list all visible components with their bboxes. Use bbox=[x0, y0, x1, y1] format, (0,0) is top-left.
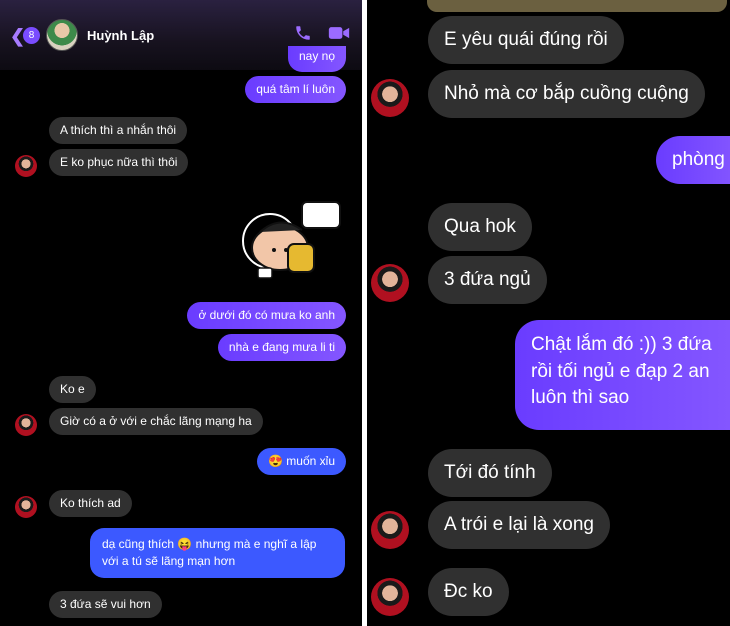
message-bubble-outgoing[interactable]: quá tâm lí luôn bbox=[245, 76, 346, 103]
message-bubble-incoming[interactable]: Ko e bbox=[49, 376, 96, 403]
sender-avatar[interactable] bbox=[371, 578, 409, 616]
avatar[interactable] bbox=[46, 19, 78, 51]
sender-avatar[interactable] bbox=[15, 496, 37, 518]
contact-name[interactable]: Huỳnh Lập bbox=[87, 28, 154, 43]
message-bubble-outgoing[interactable]: dạ cũng thích 😝 nhưng mà e nghĩ a lập vớ… bbox=[90, 528, 345, 578]
sender-avatar[interactable] bbox=[15, 414, 37, 436]
image-edge bbox=[427, 0, 727, 12]
message-bubble-incoming[interactable]: Giờ có a ở với e chắc lãng mạng ha bbox=[49, 408, 263, 435]
message-bubble-outgoing[interactable]: phòng bbox=[656, 136, 730, 184]
left-chat-screenshot: ❮ 8 Huỳnh Lập nay nọ quá tâm lí luôn A t… bbox=[0, 0, 362, 626]
sticker-image[interactable] bbox=[240, 196, 345, 286]
right-chat-screenshot: E yêu quái đúng rồi Nhỏ mà cơ bắp cuồng … bbox=[367, 0, 730, 626]
unread-badge: 8 bbox=[23, 27, 40, 44]
phone-icon[interactable] bbox=[294, 24, 312, 46]
message-bubble-incoming[interactable]: 3 đứa sẽ vui hơn bbox=[49, 591, 162, 618]
message-bubble-outgoing[interactable]: nay nọ bbox=[287, 46, 346, 72]
message-bubble-outgoing[interactable]: ở dưới đó có mưa ko anh bbox=[187, 302, 346, 329]
message-bubble-incoming[interactable]: Đc ko bbox=[428, 568, 509, 616]
message-bubble-incoming[interactable]: Tới đó tính bbox=[428, 449, 552, 497]
message-bubble-incoming[interactable]: Nhỏ mà cơ bắp cuồng cuộng bbox=[428, 70, 705, 118]
message-bubble-incoming[interactable]: Ko thích ad bbox=[49, 490, 132, 517]
sender-avatar[interactable] bbox=[371, 264, 409, 302]
message-bubble-incoming[interactable]: E ko phục nữa thì thôi bbox=[49, 149, 189, 176]
message-bubble-incoming[interactable]: E yêu quái đúng rồi bbox=[428, 16, 624, 64]
video-camera-icon[interactable] bbox=[328, 24, 350, 46]
message-bubble-outgoing[interactable]: 😍 muốn xỉu bbox=[257, 448, 346, 475]
sender-avatar[interactable] bbox=[371, 79, 409, 117]
message-bubble-outgoing[interactable]: Chật lắm đó :)) 3 đứa rồi tối ngủ e đạp … bbox=[515, 320, 730, 430]
sender-avatar[interactable] bbox=[371, 511, 409, 549]
sender-avatar[interactable] bbox=[15, 155, 37, 177]
message-bubble-incoming[interactable]: A thích thì a nhắn thôi bbox=[49, 117, 188, 144]
message-bubble-incoming[interactable]: Qua hok bbox=[428, 203, 532, 251]
message-bubble-incoming[interactable]: A trói e lại là xong bbox=[428, 501, 610, 549]
message-bubble-outgoing[interactable]: nhà e đang mưa li ti bbox=[217, 334, 346, 361]
message-bubble-incoming[interactable]: 3 đứa ngủ bbox=[428, 256, 547, 304]
